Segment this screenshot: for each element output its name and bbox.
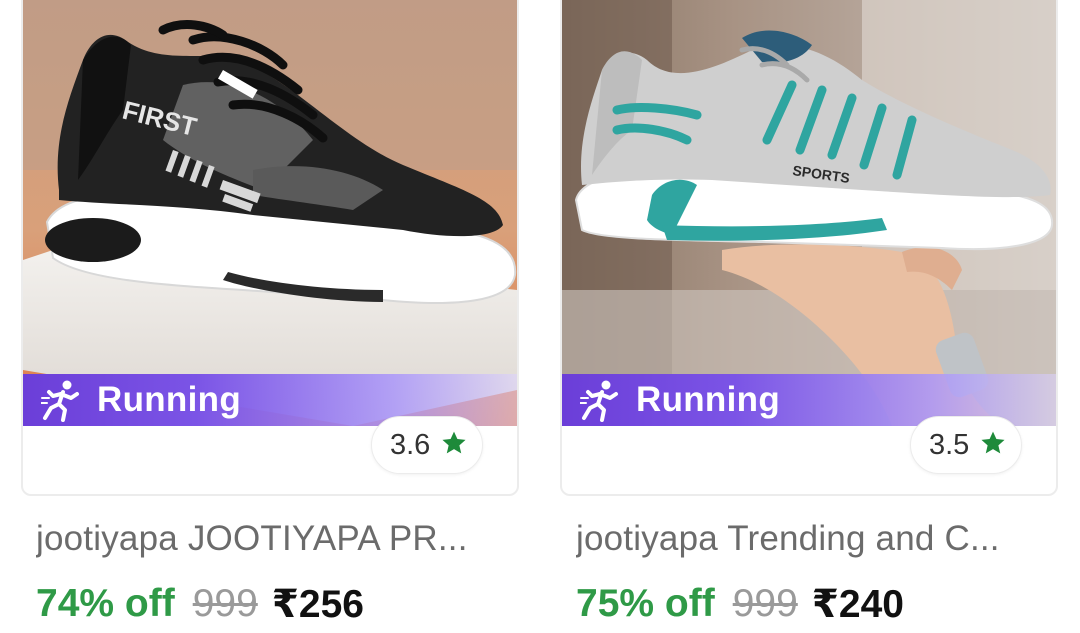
- running-person-icon: [39, 376, 87, 424]
- price-row-1: 74% off 999 ₹256: [36, 578, 364, 630]
- product-image-1[interactable]: FIRST: [23, 0, 517, 426]
- product-image-2[interactable]: SPORTS: [562, 0, 1056, 426]
- discount-label: 74% off: [36, 582, 175, 625]
- star-icon: [440, 429, 468, 462]
- discount-label: 75% off: [576, 582, 715, 625]
- product-title-2[interactable]: jootiyapa Trending and C...: [576, 519, 1046, 559]
- original-price: 999: [732, 582, 798, 625]
- product-title-1[interactable]: jootiyapa JOOTIYAPA PR...: [36, 519, 506, 559]
- product-card-2[interactable]: SPORTS Running 3.5: [560, 0, 1058, 496]
- rating-value: 3.6: [390, 428, 431, 461]
- product-card-1[interactable]: FIRST Running 3.6: [21, 0, 519, 496]
- rating-value: 3.5: [929, 428, 970, 461]
- original-price: 999: [192, 582, 258, 625]
- running-tag-label: Running: [97, 380, 241, 419]
- running-person-icon: [578, 376, 626, 424]
- selling-price: ₹240: [811, 582, 904, 626]
- rating-badge: 3.6: [371, 416, 484, 474]
- star-icon: [979, 429, 1007, 462]
- price-row-2: 75% off 999 ₹240: [576, 578, 904, 630]
- rating-badge: 3.5: [910, 416, 1023, 474]
- running-tag-label: Running: [636, 380, 780, 419]
- selling-price: ₹256: [271, 582, 364, 626]
